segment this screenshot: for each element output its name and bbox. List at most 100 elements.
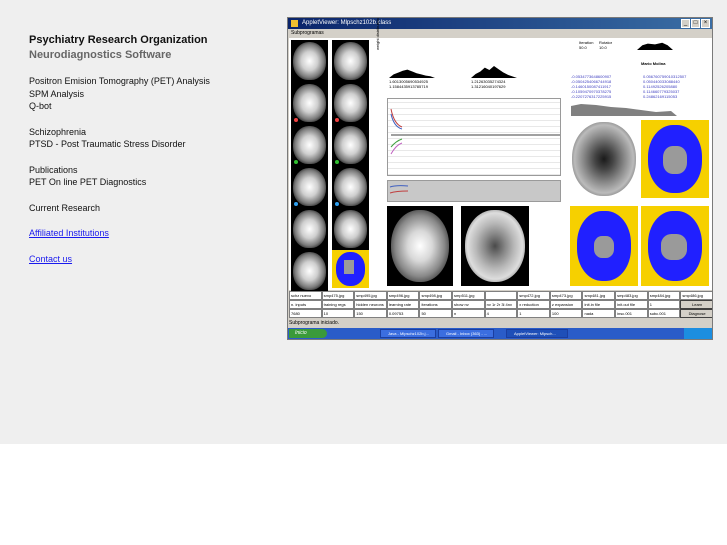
table-cell[interactable]: smp483.jpg — [615, 291, 648, 300]
affiliated-institutions-link[interactable]: Affiliated Institutions — [29, 227, 269, 240]
table-row: 7680 10 150 0.09753 50 n 4 1 100 nada in… — [289, 309, 712, 318]
secondary-graph — [387, 180, 561, 202]
nav-group-affiliated: Affiliated Institutions — [29, 227, 269, 240]
error-curves — [390, 108, 560, 155]
table-cell[interactable]: smp498.jpg — [419, 291, 453, 300]
histogram-1 — [389, 69, 435, 78]
table-cell[interactable]: smp484.jpg — [647, 291, 681, 300]
parameter-table: schz nuevo smp475.jpg smp495.jpg smp496.… — [289, 291, 712, 318]
nav-group-research: Current Research — [29, 202, 269, 215]
table-cell: n. inputs — [289, 300, 322, 309]
brain-thumb — [332, 208, 369, 250]
brain-thumb — [291, 250, 328, 292]
table-cell[interactable]: smp481.jpg — [582, 291, 616, 300]
system-tray — [684, 328, 712, 339]
table-cell[interactable] — [484, 291, 518, 300]
table-cell: training regs — [321, 300, 355, 309]
nav-item-ptsd[interactable]: PTSD - Post Traumatic Stress Disorder — [29, 138, 269, 151]
taskbar-item-appletviewer[interactable]: AppletViewer: Mlpsch... — [506, 329, 568, 338]
brain-thumb-classified — [332, 250, 369, 288]
table-cell[interactable]: n — [452, 309, 485, 318]
table-row: n. inputs training regs hidden neurons l… — [289, 300, 712, 309]
pet-grayscale-image — [570, 120, 638, 198]
table-cell[interactable]: insc.001 — [615, 309, 648, 318]
brain-thumb — [291, 208, 328, 250]
nav-item-pet-analysis[interactable]: Positron Emision Tomography (PET) Analys… — [29, 75, 269, 88]
histogram-2 — [471, 66, 517, 78]
table-cell: learning rate — [386, 300, 420, 309]
stats-list-left: -0.0534773648600907 -0.0504254066744918 -0… — [571, 74, 612, 99]
nav-group-publications: Publications PET On line PET Diagnostics — [29, 164, 269, 189]
pet-average-image — [387, 206, 453, 286]
secondary-curves — [389, 185, 409, 194]
table-cell[interactable]: smp511.jpg — [452, 291, 485, 300]
intensity-histogram — [571, 100, 677, 116]
nav-item-publications[interactable]: Publications — [29, 164, 269, 177]
table-cell: init.in file — [582, 300, 616, 309]
histogram-1-label: 1.6013005690534925 1.1584435913785719 — [389, 79, 428, 89]
brain-thumb — [332, 166, 369, 208]
taskbar-item-java[interactable]: Java - Mlpschz102b.j... — [380, 329, 436, 338]
nav-item-schizophrenia[interactable]: Schizophrenia — [29, 126, 269, 139]
windows-taskbar: Inicio Java - Mlpschz102b.j... Gmail - I… — [288, 328, 712, 339]
table-cell[interactable]: smp496.jpg — [386, 291, 420, 300]
table-cell: nv 1r 2r 3l 4nv — [484, 300, 518, 309]
table-cell[interactable]: schz nuevo — [289, 291, 322, 300]
weight-distribution-ylabel: weight distribution — [375, 17, 380, 50]
table-cell[interactable]: smp495.jpg — [354, 291, 387, 300]
contact-us-link[interactable]: Contact us — [29, 253, 269, 266]
nav-item-current-research[interactable]: Current Research — [29, 202, 269, 215]
nav-item-qbot[interactable]: Q-bot — [29, 100, 269, 113]
nav-item-online-diagnostics[interactable]: PET On line PET Diagnostics — [29, 176, 269, 189]
iteration-value: 50.0 — [579, 45, 587, 50]
brain-thumb — [291, 124, 328, 166]
brain-thumb — [291, 82, 328, 124]
table-cell: show nv — [452, 300, 485, 309]
brain-thumb — [332, 124, 369, 166]
table-cell[interactable]: 50 — [419, 309, 453, 318]
nav-item-spm-analysis[interactable]: SPM Analysis — [29, 88, 269, 101]
applet-titlebar: AppletViewer: Mlpschz102b.class _ □ × — [288, 18, 712, 29]
brain-thumb — [332, 82, 369, 124]
start-button[interactable]: Inicio — [289, 329, 327, 338]
table-cell[interactable]: 10 — [321, 309, 355, 318]
table-cell[interactable]: smp473.jpg — [549, 291, 583, 300]
table-cell[interactable]: subc.001 — [647, 309, 681, 318]
minimize-icon[interactable]: _ — [681, 19, 690, 28]
mini-histogram — [637, 42, 673, 50]
table-cell: x reduction — [517, 300, 550, 309]
taskbar-item-gmail[interactable]: Gmail - Inbox (363) - ... — [438, 329, 494, 338]
table-cell: z expansion — [549, 300, 583, 309]
close-icon[interactable]: × — [701, 19, 710, 28]
java-app-icon — [291, 20, 298, 27]
applet-screenshot: AppletViewer: Mlpschz102b.class _ □ × Su… — [287, 17, 713, 340]
table-cell[interactable]: smp486.jpg — [680, 291, 712, 300]
table-cell[interactable]: 1 — [517, 309, 550, 318]
pet-classified-image-1 — [641, 120, 709, 198]
applet-content: weight distribution 1.6013005690534925 1.… — [289, 18, 712, 292]
nav-group-disorders: Schizophrenia PTSD - Post Traumatic Stre… — [29, 126, 269, 151]
table-cell[interactable]: smp475.jpg — [321, 291, 355, 300]
pet-classified-image-3 — [641, 206, 709, 286]
maximize-icon[interactable]: □ — [691, 19, 700, 28]
table-cell[interactable]: 7680 — [289, 309, 322, 318]
table-cell: 1 — [647, 300, 681, 309]
table-cell[interactable]: 100 — [549, 309, 583, 318]
brain-thumb — [291, 166, 328, 208]
brain-thumb — [291, 40, 328, 82]
status-text: Subprograma iniciado. — [289, 320, 340, 326]
pet-classified-image-2 — [570, 206, 638, 286]
table-cell: init.out file — [615, 300, 648, 309]
table-cell[interactable]: 4 — [484, 309, 518, 318]
diagnose-button[interactable]: Diagnose — [680, 309, 712, 318]
table-cell[interactable]: smp472.jpg — [517, 291, 550, 300]
table-cell[interactable]: 150 — [354, 309, 387, 318]
training-error-graph — [387, 98, 561, 176]
table-cell: iterations — [419, 300, 453, 309]
table-cell[interactable]: nada — [582, 309, 616, 318]
mri-image — [461, 206, 529, 286]
table-cell[interactable]: 0.09753 — [386, 309, 420, 318]
org-subtitle: Neurodiagnostics Software — [29, 49, 172, 61]
learn-button[interactable]: Learn — [680, 300, 712, 309]
rotator-value: 10.0 — [599, 45, 607, 50]
